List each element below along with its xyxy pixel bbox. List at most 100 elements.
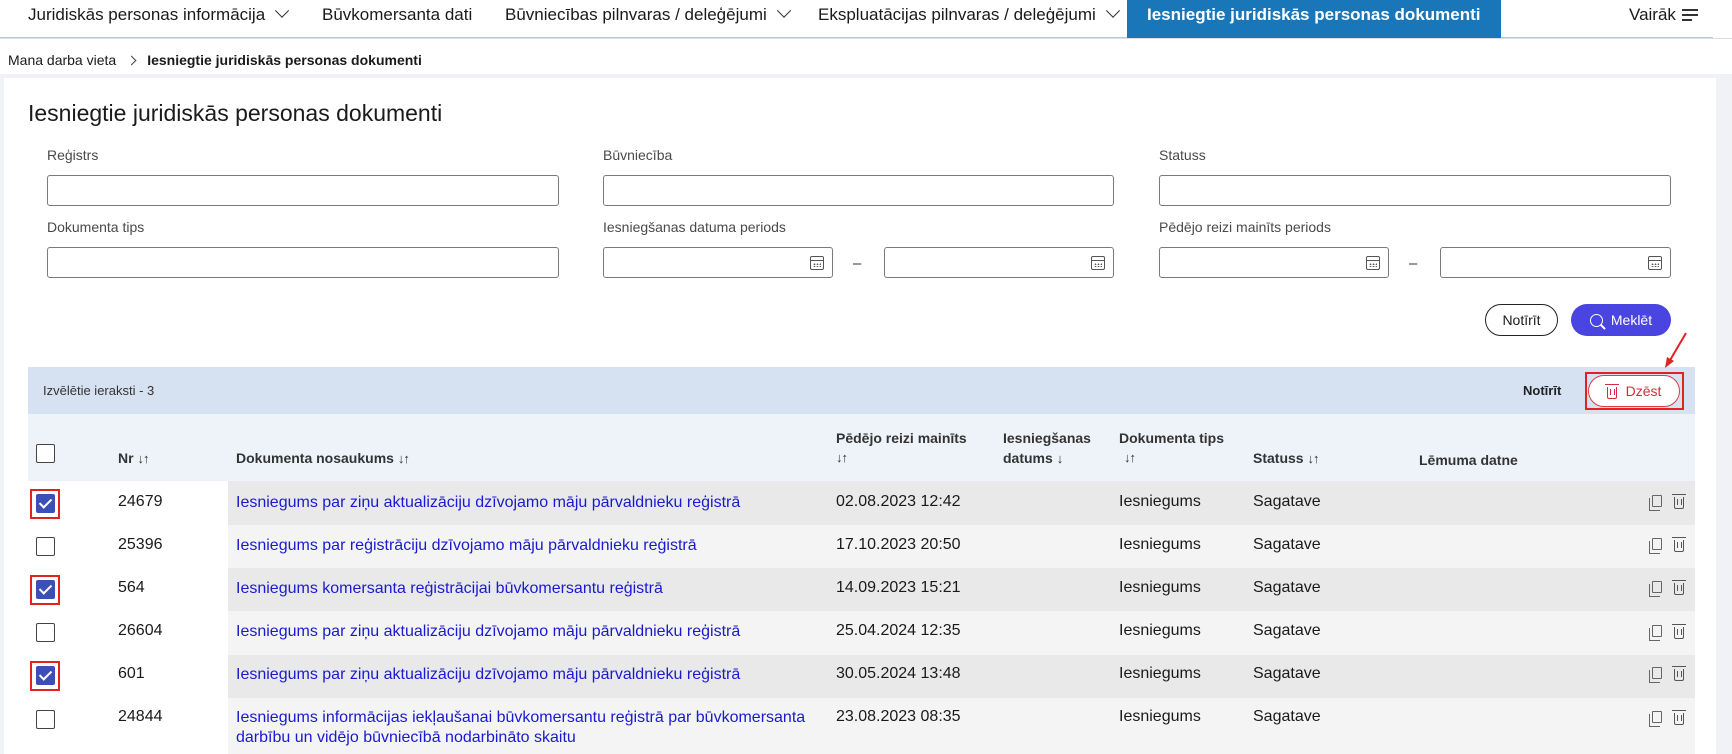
search-button[interactable]: Meklēt <box>1571 304 1671 336</box>
status-label: Statuss <box>1159 147 1206 163</box>
cell-status: Sagatave <box>1253 536 1321 553</box>
cell-nr: 26604 <box>118 622 163 639</box>
chevron-down-icon <box>776 3 791 18</box>
calendar-icon[interactable] <box>1091 256 1105 270</box>
sort-icon[interactable]: ↓↑ <box>398 451 410 466</box>
copy-icon[interactable] <box>1649 495 1662 511</box>
column-header-nr[interactable]: Nr ↓↑ <box>118 448 149 469</box>
nav-item-label: Juridiskās personas informācija <box>28 5 266 24</box>
document-link[interactable]: Iesniegums par ziņu aktualizāciju dzīvoj… <box>236 665 740 685</box>
column-header-decision: Lēmuma datne <box>1419 452 1518 468</box>
sort-icon[interactable]: ↓↑ <box>836 448 967 468</box>
cell-nr: 24679 <box>118 493 163 510</box>
cell-doc-type: Iesniegums <box>1119 536 1201 553</box>
cell-status: Sagatave <box>1253 665 1321 682</box>
breadcrumb-current: Iesniegtie juridiskās personas dokumenti <box>147 52 422 68</box>
changed-period-label: Pēdējo reizi mainīts periods <box>1159 219 1331 235</box>
nav-item-label: Iesniegtie juridiskās personas dokumenti <box>1147 5 1481 24</box>
trash-icon[interactable] <box>1672 580 1686 595</box>
cell-changed: 02.08.2023 12:42 <box>836 493 961 510</box>
cell-status: Sagatave <box>1253 579 1321 596</box>
nav-item-contractor-data[interactable]: Būvkomersanta dati <box>322 0 472 30</box>
delete-button-label: Dzēst <box>1625 383 1662 399</box>
registry-select[interactable] <box>47 175 559 206</box>
clear-selection-button[interactable]: Notīrīt <box>1523 383 1561 398</box>
range-separator: – <box>1409 255 1418 272</box>
sort-icon[interactable]: ↓↑ <box>1307 451 1319 466</box>
annotation-arrow-icon <box>1665 332 1687 368</box>
document-link[interactable]: Iesniegums komersanta reģistrācijai būvk… <box>236 579 663 599</box>
search-button-label: Meklēt <box>1610 312 1653 328</box>
sort-icon[interactable]: ↓↑ <box>1124 448 1224 468</box>
delete-selected-button[interactable]: Dzēst <box>1588 375 1680 407</box>
row-checkbox[interactable] <box>36 623 55 642</box>
document-link[interactable]: Iesniegums par reģistrāciju dzīvojamo mā… <box>236 536 697 556</box>
page-title: Iesniegtie juridiskās personas dokumenti <box>28 100 443 126</box>
row-checkbox[interactable] <box>36 537 55 556</box>
copy-icon[interactable] <box>1649 625 1662 641</box>
cell-status: Sagatave <box>1253 622 1321 639</box>
range-separator: – <box>853 255 862 272</box>
row-checkbox[interactable] <box>36 710 55 729</box>
sort-icon[interactable]: ↓ <box>1057 451 1063 466</box>
breadcrumb-home-link[interactable]: Mana darba vieta <box>8 52 116 68</box>
cell-status: Sagatave <box>1253 708 1321 725</box>
copy-icon[interactable] <box>1649 711 1662 727</box>
column-header-name[interactable]: Dokumenta nosaukums ↓↑ <box>236 448 410 469</box>
more-menu-button[interactable]: Vairāk <box>1629 5 1698 25</box>
clear-filters-button[interactable]: Notīrīt <box>1485 304 1558 336</box>
document-link[interactable]: Iesniegums par ziņu aktualizāciju dzīvoj… <box>236 622 740 642</box>
more-label: Vairāk <box>1629 5 1676 24</box>
changed-date-to-input[interactable] <box>1440 247 1671 278</box>
nav-item-legal-entity-info[interactable]: Juridiskās personas informācija <box>28 0 290 30</box>
highlight-frame <box>30 575 60 605</box>
copy-icon[interactable] <box>1649 581 1662 597</box>
trash-icon <box>1604 383 1619 399</box>
search-icon <box>1589 313 1603 327</box>
document-link[interactable]: Iesniegums informācijas iekļaušanai būvk… <box>236 708 816 748</box>
cell-nr: 25396 <box>118 536 163 553</box>
chevron-down-icon <box>275 3 290 18</box>
cell-nr: 24844 <box>118 708 163 725</box>
cell-doc-type: Iesniegums <box>1119 665 1201 682</box>
nav-item-label: Ekspluatācijas pilnvaras / deleģējumi <box>818 5 1096 24</box>
selection-bar <box>28 367 1695 414</box>
cell-status: Sagatave <box>1253 493 1321 510</box>
select-all-checkbox[interactable] <box>36 444 55 463</box>
registry-label: Reģistrs <box>47 147 99 163</box>
breadcrumb: Mana darba vieta Iesniegtie juridiskās p… <box>8 52 422 68</box>
cell-doc-type: Iesniegums <box>1119 708 1201 725</box>
submit-date-to-input[interactable] <box>884 247 1114 278</box>
column-header-doc-type[interactable]: Dokumenta tips ↓↑ <box>1119 428 1224 468</box>
submit-period-label: Iesniegšanas datuma periods <box>603 219 786 235</box>
trash-icon[interactable] <box>1672 666 1686 681</box>
submit-date-from-input[interactable] <box>603 247 833 278</box>
copy-icon[interactable] <box>1649 538 1662 554</box>
cell-changed: 25.04.2024 12:35 <box>836 622 961 639</box>
nav-item-construction-authorizations[interactable]: Būvniecības pilnvaras / deleģējumi <box>505 0 791 30</box>
doc-type-label: Dokumenta tips <box>47 219 145 235</box>
cell-doc-type: Iesniegums <box>1119 493 1201 510</box>
trash-icon[interactable] <box>1672 494 1686 509</box>
nav-item-submitted-documents[interactable]: Iesniegtie juridiskās personas dokumenti <box>1127 0 1501 38</box>
column-header-changed[interactable]: Pēdējo reizi mainīts ↓↑ <box>836 428 967 468</box>
status-select[interactable] <box>1159 175 1671 206</box>
column-header-status[interactable]: Statuss ↓↑ <box>1253 448 1319 469</box>
calendar-icon[interactable] <box>1648 256 1662 270</box>
construction-input[interactable] <box>603 175 1114 206</box>
cell-changed: 30.05.2024 13:48 <box>836 665 961 682</box>
column-header-submitted[interactable]: Iesniegšanas datums ↓ <box>1003 428 1091 469</box>
cell-doc-type: Iesniegums <box>1119 579 1201 596</box>
cell-changed: 23.08.2023 08:35 <box>836 708 961 725</box>
changed-date-from-input[interactable] <box>1159 247 1389 278</box>
trash-icon[interactable] <box>1672 537 1686 552</box>
trash-icon[interactable] <box>1672 624 1686 639</box>
sort-icon[interactable]: ↓↑ <box>137 451 149 466</box>
doc-type-select[interactable] <box>47 247 559 278</box>
calendar-icon[interactable] <box>810 256 824 270</box>
trash-icon[interactable] <box>1672 710 1686 725</box>
nav-item-operation-authorizations[interactable]: Ekspluatācijas pilnvaras / deleģējumi <box>818 0 1120 30</box>
copy-icon[interactable] <box>1649 667 1662 683</box>
calendar-icon[interactable] <box>1366 256 1380 270</box>
document-link[interactable]: Iesniegums par ziņu aktualizāciju dzīvoj… <box>236 493 740 513</box>
